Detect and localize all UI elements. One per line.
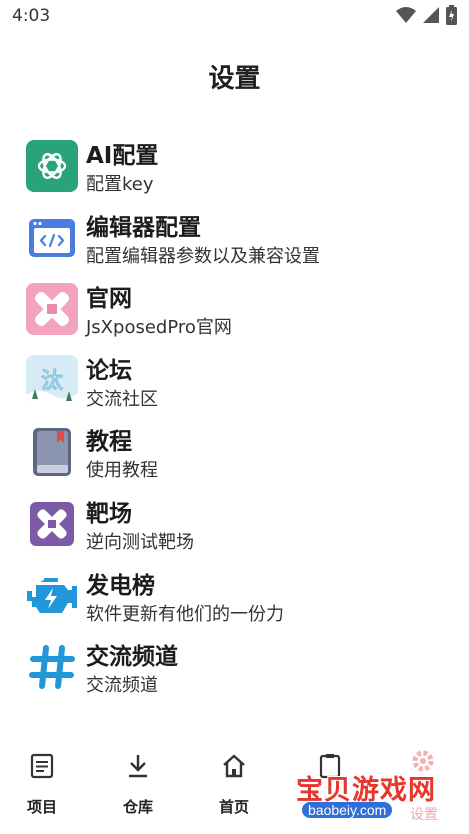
status-icons bbox=[396, 5, 457, 29]
menu-item-power-rank[interactable]: 发电榜 软件更新有他们的一份力 bbox=[26, 570, 456, 642]
target-range-icon bbox=[26, 498, 78, 550]
document-icon bbox=[28, 752, 56, 780]
menu-item-title: 发电榜 bbox=[86, 572, 155, 599]
page-title: 设置 bbox=[208, 64, 261, 94]
menu-item-subtitle: 软件更新有他们的一份力 bbox=[86, 603, 284, 625]
clipboard-icon bbox=[316, 752, 344, 780]
menu-item-title: 靶场 bbox=[86, 500, 132, 527]
menu-item-subtitle: 配置编辑器参数以及兼容设置 bbox=[86, 245, 320, 267]
nav-item-projects[interactable]: 项目 bbox=[2, 752, 82, 817]
menu-item-subtitle: 配置key bbox=[86, 174, 154, 195]
menu-item-title: 官网 bbox=[86, 286, 132, 313]
hash-icon bbox=[26, 641, 78, 693]
nav-item-home[interactable]: 首页 bbox=[194, 752, 274, 817]
menu-item-subtitle: 使用教程 bbox=[86, 460, 158, 482]
status-time: 4:03 bbox=[12, 6, 51, 26]
menu-item-target-range[interactable]: 靶场 逆向测试靶场 bbox=[26, 498, 456, 570]
svg-text:汰: 汰 bbox=[41, 369, 64, 394]
menu-item-subtitle: 交流社区 bbox=[86, 388, 158, 410]
forum-icon: 汰 bbox=[26, 354, 78, 407]
menu-item-title: 交流频道 bbox=[86, 644, 178, 671]
menu-item-subtitle: 逆向测试靶场 bbox=[86, 531, 194, 553]
menu-item-ai-config[interactable]: AI配置 配置key bbox=[26, 140, 456, 212]
nav-item-partial[interactable] bbox=[290, 752, 370, 780]
menu-item-title: AI配置 bbox=[86, 143, 159, 169]
menu-item-channel[interactable]: 交流频道 交流频道 bbox=[26, 641, 456, 713]
nav-label: 项目 bbox=[26, 798, 57, 816]
menu-item-forum[interactable]: 汰 论坛 交流社区 bbox=[26, 354, 456, 427]
openai-icon bbox=[26, 140, 78, 192]
menu-item-title: 论坛 bbox=[86, 357, 132, 384]
wifi-icon bbox=[396, 6, 416, 28]
website-icon bbox=[26, 283, 78, 336]
code-editor-icon bbox=[26, 212, 78, 264]
menu-item-website[interactable]: 官网 JsXposedPro官网 bbox=[26, 283, 456, 355]
menu-item-title: 教程 bbox=[86, 429, 132, 456]
nav-label: 仓库 bbox=[122, 798, 153, 816]
book-icon bbox=[26, 426, 78, 478]
download-icon bbox=[124, 752, 152, 780]
menu-item-subtitle: JsXposedPro官网 bbox=[86, 317, 232, 339]
signal-icon bbox=[422, 6, 440, 28]
home-icon bbox=[220, 752, 248, 780]
status-bar: 4:03 bbox=[0, 0, 469, 32]
nav-label: 首页 bbox=[218, 798, 249, 816]
menu-item-subtitle: 交流频道 bbox=[86, 675, 158, 697]
settings-menu: AI配置 配置key 编辑器配置 配置编辑器参数以及兼容设置 官网 JsXpos… bbox=[26, 140, 456, 713]
battery-icon bbox=[446, 5, 457, 29]
menu-item-editor-config[interactable]: 编辑器配置 配置编辑器参数以及兼容设置 bbox=[26, 212, 456, 284]
bottom-nav: 项目 仓库 首页 bbox=[0, 740, 469, 834]
nav-item-repository[interactable]: 仓库 bbox=[98, 752, 178, 817]
menu-item-tutorial[interactable]: 教程 使用教程 bbox=[26, 426, 456, 498]
engine-icon bbox=[26, 570, 78, 622]
menu-item-title: 编辑器配置 bbox=[86, 214, 201, 241]
